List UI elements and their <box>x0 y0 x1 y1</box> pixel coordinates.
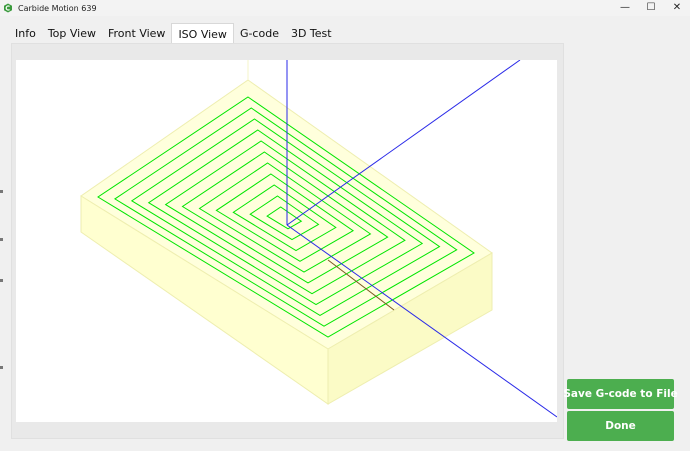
tab-gcode[interactable]: G-code <box>234 23 285 43</box>
tab-bar: Info Top View Front View ISO View G-code… <box>9 23 338 44</box>
title-bar: Carbide Motion 639 — ☐ ✕ <box>0 0 690 16</box>
iso-viewport[interactable] <box>16 60 557 422</box>
tab-info[interactable]: Info <box>9 23 42 43</box>
iso-view-canvas <box>80 60 557 418</box>
done-button[interactable]: Done <box>567 411 674 441</box>
tab-iso-view[interactable]: ISO View <box>171 23 234 44</box>
tab-3d-test[interactable]: 3D Test <box>285 23 338 43</box>
maximize-icon[interactable]: ☐ <box>638 0 664 16</box>
minimize-icon[interactable]: — <box>612 0 638 16</box>
edge-marker <box>0 238 3 241</box>
save-gcode-button[interactable]: Save G-code to File <box>563 379 678 409</box>
close-icon[interactable]: ✕ <box>664 0 690 16</box>
tab-top-view[interactable]: Top View <box>42 23 102 43</box>
edge-marker <box>0 366 3 369</box>
edge-marker <box>0 279 3 282</box>
tab-front-view[interactable]: Front View <box>102 23 171 43</box>
window-title: Carbide Motion 639 <box>18 3 97 13</box>
edge-marker <box>0 190 3 193</box>
carbide-logo-icon <box>3 3 14 14</box>
